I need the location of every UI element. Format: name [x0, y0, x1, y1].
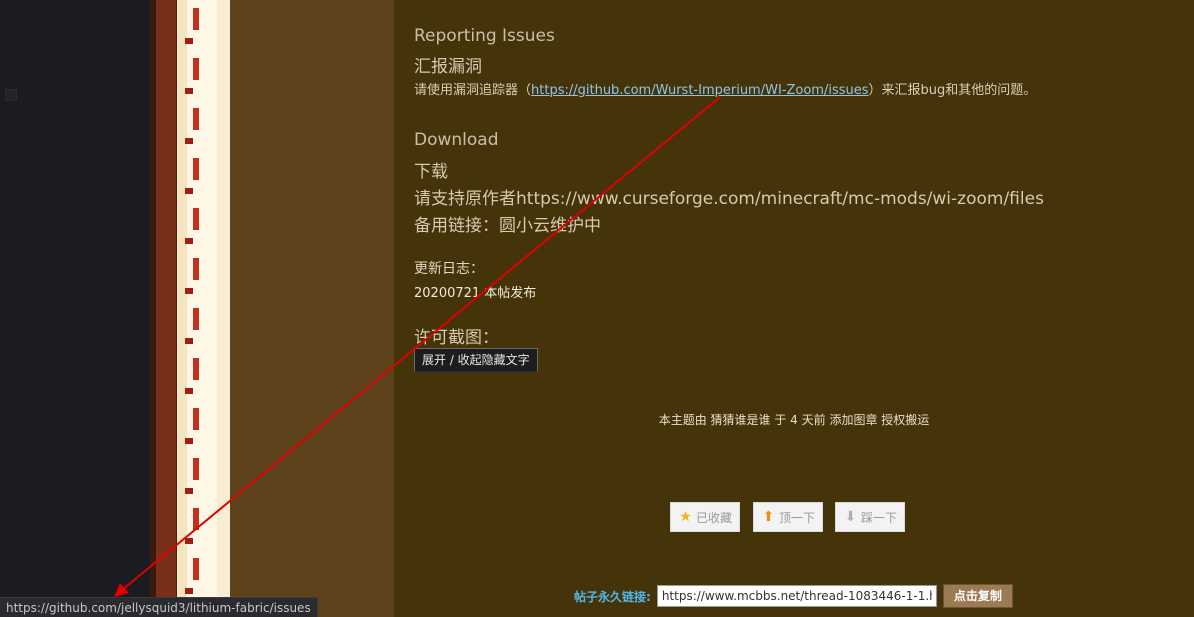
- downvote-label: 踩一下: [860, 510, 897, 525]
- copy-link-button[interactable]: 点击复制: [942, 584, 1013, 608]
- browser-viewport: Reporting Issues 汇报漏洞 请使用漏洞追踪器（https://g…: [0, 0, 1194, 617]
- decorative-pixel-border: [150, 0, 230, 617]
- reporting-heading-cn: 汇报漏洞: [414, 57, 482, 77]
- border-brown-band: [150, 0, 177, 617]
- issue-tracker-link[interactable]: https://github.com/Wurst-Imperium/WI-Zoo…: [531, 83, 869, 98]
- sidebar-checkbox[interactable]: [5, 89, 17, 101]
- reporting-instructions: 请使用漏洞追踪器（https://github.com/Wurst-Imperi…: [414, 79, 1036, 98]
- reporting-text-after: ）来汇报bug和其他的问题。: [868, 83, 1037, 98]
- download-backup-line: 备用链接：圆小云维护中: [414, 216, 601, 236]
- download-heading-en: Download: [414, 130, 499, 150]
- reporting-heading-en: Reporting Issues: [414, 26, 555, 46]
- download-support-line: 请支持原作者https://www.curseforge.com/minecra…: [414, 189, 1044, 209]
- post-content: Reporting Issues 汇报漏洞 请使用漏洞追踪器（https://g…: [394, 0, 1194, 617]
- downvote-button[interactable]: ⬇ 踩一下: [835, 502, 905, 532]
- permalink-input[interactable]: [656, 585, 937, 607]
- toggle-hidden-text-button[interactable]: 展开 / 收起隐藏文字: [414, 348, 538, 372]
- permalink-bar: 帖子永久链接: 点击复制: [574, 584, 1013, 608]
- permalink-label: 帖子永久链接:: [574, 589, 651, 604]
- changelog-heading: 更新日志：: [414, 261, 484, 277]
- download-heading-cn: 下载: [414, 162, 448, 182]
- reporting-text-before: 请使用漏洞追踪器（: [414, 83, 532, 98]
- upvote-label: 顶一下: [778, 510, 815, 525]
- page-margin-stripe: [230, 0, 394, 617]
- left-sidebar-background: [0, 0, 150, 617]
- star-icon: ★: [679, 508, 692, 525]
- screenshots-heading: 许可截图：: [414, 328, 499, 348]
- favorite-button[interactable]: ★ 已收藏: [670, 502, 740, 532]
- arrow-up-icon: ⬆: [762, 508, 775, 525]
- arrow-down-icon: ⬇: [844, 508, 857, 525]
- browser-status-bar: https://github.com/jellysquid3/lithium-f…: [0, 597, 318, 617]
- upvote-button[interactable]: ⬆ 顶一下: [753, 502, 823, 532]
- favorite-label: 已收藏: [695, 510, 732, 525]
- border-red-pattern: [183, 0, 205, 617]
- changelog-entry: 20200721 本帖发布: [414, 286, 537, 301]
- moderation-credit: 本主题由 猜猜谁是谁 于 4 天前 添加图章 授权搬运: [658, 413, 930, 427]
